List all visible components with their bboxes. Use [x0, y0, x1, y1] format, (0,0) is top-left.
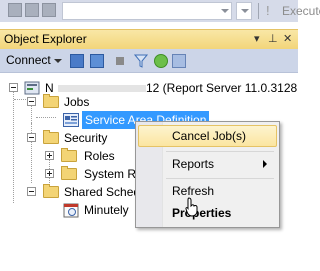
menu-item-properties[interactable]: Properties [138, 202, 277, 224]
menu-item-cancel-jobs[interactable]: Cancel Job(s) [138, 125, 277, 147]
chevron-down-icon [241, 9, 249, 13]
collapse-icon[interactable] [27, 97, 36, 106]
summary-icon[interactable] [172, 54, 186, 68]
database-combo[interactable] [62, 2, 232, 20]
security-label: Security [64, 131, 108, 145]
job-icon [63, 113, 79, 127]
pin-icon[interactable]: ⊥ [268, 32, 278, 45]
top-toolbar: ! Execute [0, 0, 320, 22]
tree-node-system-roles[interactable]: System Ro [0, 165, 143, 183]
collapse-icon[interactable] [27, 187, 36, 196]
redacted-server-name [58, 85, 146, 92]
tree-node-minutely[interactable]: Minutely [0, 201, 134, 219]
mouse-cursor-icon [185, 197, 198, 217]
tree-node-shared-schedules[interactable]: Shared Sched [0, 183, 140, 201]
folder-icon [61, 166, 77, 180]
menu-item-reports[interactable]: Reports [138, 153, 277, 175]
disconnect-icon[interactable] [90, 54, 104, 68]
menu-separator [166, 151, 274, 152]
system-roles-label: System Ro [84, 167, 143, 181]
folder-icon [43, 130, 59, 144]
menu-separator [166, 178, 274, 179]
context-menu: Cancel Job(s) Reports Refresh Properties [135, 121, 280, 228]
combo-small[interactable] [236, 2, 252, 20]
shared-schedules-label: Shared Sched [64, 185, 141, 199]
toolbar-separator [258, 3, 259, 19]
toolbar-icon-2[interactable] [25, 3, 39, 17]
submenu-arrow-icon [263, 160, 267, 168]
menu-item-label: Cancel Job(s) [172, 129, 247, 143]
toolbar-icon-1[interactable] [8, 3, 22, 17]
collapse-icon[interactable] [9, 83, 18, 92]
menu-item-label: Properties [172, 206, 232, 220]
menu-item-refresh[interactable]: Refresh [138, 180, 277, 202]
schedule-icon [63, 203, 79, 218]
connect-object-icon[interactable] [70, 54, 84, 68]
roles-label: Roles [84, 149, 115, 163]
folder-icon [61, 148, 77, 162]
refresh-icon[interactable] [154, 54, 168, 68]
collapse-icon[interactable] [27, 133, 36, 142]
toolbar-icon-3[interactable] [42, 3, 56, 17]
expand-icon[interactable] [45, 169, 54, 178]
execute-icon: ! [266, 3, 270, 18]
minutely-label: Minutely [84, 203, 129, 217]
menu-item-label: Reports [172, 157, 215, 171]
tree-node-jobs[interactable]: Jobs [0, 93, 200, 111]
panel-title: Object Explorer [4, 32, 87, 46]
execute-label: Execute [282, 4, 320, 18]
chevron-down-icon [53, 58, 62, 63]
object-explorer-title-bar: Object Explorer ▾ ⊥ ✕ [0, 29, 298, 49]
connect-label: Connect [6, 53, 51, 67]
close-icon[interactable]: ✕ [283, 32, 292, 45]
execute-button[interactable]: ! Execute [264, 2, 320, 20]
chevron-down-icon [221, 9, 229, 13]
stop-icon[interactable] [116, 57, 124, 65]
folder-icon [43, 94, 59, 108]
object-explorer-toolbar: Connect [0, 49, 298, 73]
expand-icon[interactable] [45, 151, 54, 160]
folder-icon [43, 184, 59, 198]
jobs-label: Jobs [64, 95, 90, 109]
dropdown-icon[interactable]: ▾ [254, 32, 260, 45]
connect-button[interactable]: Connect [6, 53, 62, 67]
filter-icon[interactable] [134, 54, 148, 68]
